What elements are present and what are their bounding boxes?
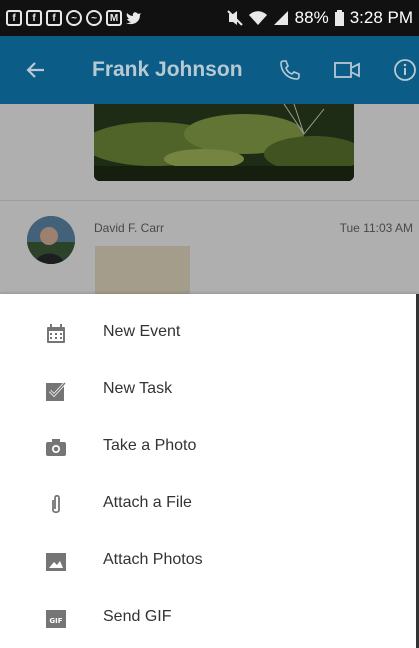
notification-icons: f f f ~ ~ M <box>6 10 142 26</box>
message-timestamp: Tue 11:03 AM <box>339 221 413 235</box>
menu-item-attach-photos[interactable]: Attach Photos <box>0 532 416 588</box>
attachment-menu-sheet: New Event New Task Take a Photo Attach a… <box>0 294 419 648</box>
conversation-app-bar: Frank Johnson <box>0 36 419 104</box>
menu-item-label: Attach Photos <box>103 551 203 568</box>
menu-item-label: Attach a File <box>103 494 192 511</box>
mute-icon <box>226 10 243 26</box>
menu-item-label: New Task <box>103 380 173 397</box>
avatar[interactable] <box>27 216 75 264</box>
menu-item-label: Send GIF <box>103 608 172 625</box>
calendar-icon <box>47 324 65 343</box>
video-call-icon[interactable] <box>333 58 361 82</box>
paperclip-icon <box>52 494 60 514</box>
conversation-thread: David F. Carr Tue 11:03 AM <box>0 104 419 294</box>
message-attachment[interactable] <box>95 246 190 294</box>
message-divider <box>0 200 419 201</box>
gif-icon: GIF <box>46 610 66 628</box>
gmail-notification-icon: M <box>106 10 122 26</box>
task-check-icon <box>46 381 67 401</box>
menu-item-label: Take a Photo <box>103 437 197 454</box>
menu-item-take-photo[interactable]: Take a Photo <box>0 418 416 474</box>
clock: 3:28 PM <box>349 8 413 27</box>
system-status: 88% 3:28 PM <box>226 8 413 28</box>
menu-item-new-task[interactable]: New Task <box>0 361 416 417</box>
battery-percent: 88% <box>294 8 329 27</box>
wifi-icon <box>248 11 267 25</box>
status-bar: f f f ~ ~ M 88% 3:28 PM <box>0 0 419 36</box>
message-sender: David F. Carr <box>94 221 165 235</box>
contact-name-title: Frank Johnson <box>92 58 243 81</box>
menu-item-attach-file[interactable]: Attach a File <box>0 475 416 531</box>
signal-icon <box>273 11 288 25</box>
flipboard-notification-icon: f <box>26 10 42 26</box>
menu-item-label: New Event <box>103 323 181 340</box>
twitter-notification-icon <box>126 12 141 25</box>
back-arrow-icon[interactable] <box>24 58 48 82</box>
image-icon <box>46 553 66 571</box>
info-icon[interactable] <box>393 58 419 84</box>
flipboard-notification-icon: f <box>6 10 22 26</box>
menu-item-new-event[interactable]: New Event <box>0 304 416 360</box>
messenger-notification-icon: ~ <box>66 10 82 26</box>
camera-icon <box>46 439 66 456</box>
svg-text:GIF: GIF <box>49 617 62 625</box>
shared-photo[interactable] <box>94 104 354 181</box>
battery-icon <box>334 10 344 26</box>
messenger-notification-icon: ~ <box>86 10 102 26</box>
phone-icon[interactable] <box>278 58 302 82</box>
flipboard-notification-icon: f <box>46 10 62 26</box>
menu-item-send-gif[interactable]: GIF Send GIF <box>0 589 416 645</box>
